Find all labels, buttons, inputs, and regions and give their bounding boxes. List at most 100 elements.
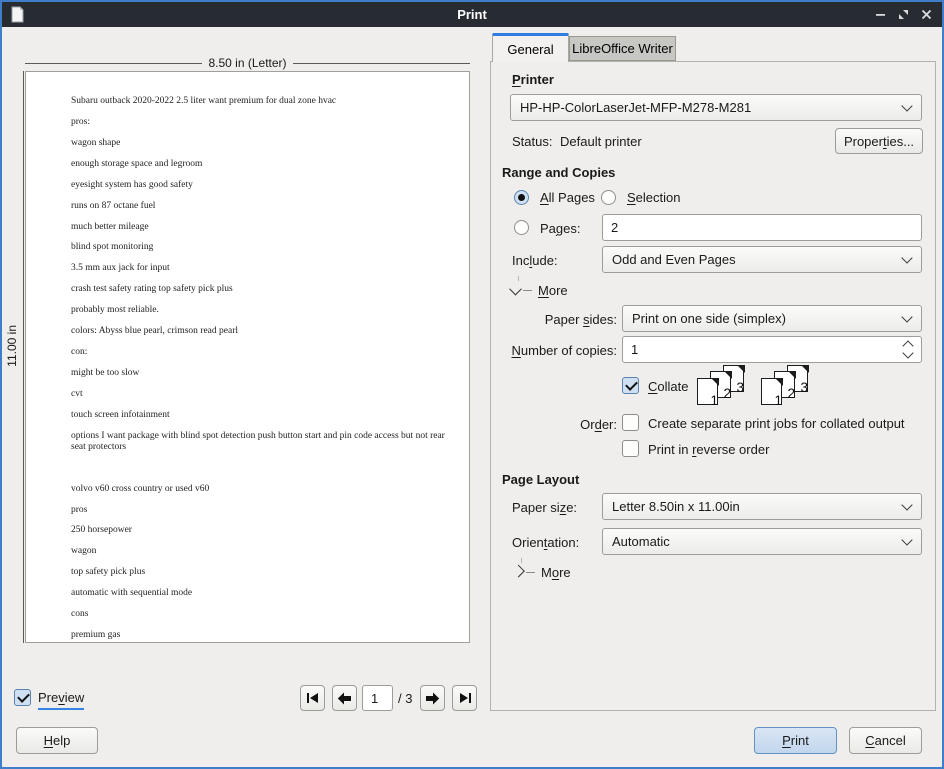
- previous-page-button[interactable]: [332, 685, 357, 711]
- first-page-button[interactable]: [300, 685, 325, 711]
- order-label: Order:: [500, 417, 617, 432]
- page-number: 2: [787, 387, 795, 401]
- expander-tail: [523, 290, 532, 291]
- orientation-select[interactable]: Automatic: [602, 528, 922, 555]
- paper-size-select-value: Letter 8.50in x 11.00in: [612, 499, 740, 514]
- print-button[interactable]: Print: [754, 727, 837, 754]
- document-line: wagon: [71, 546, 447, 557]
- selection-radio[interactable]: [601, 190, 616, 205]
- document-line: 250 horsepower: [71, 525, 447, 536]
- page-number: 3: [800, 381, 808, 395]
- document-content: Subaru outback 2020-2022 2.5 liter want …: [26, 72, 469, 641]
- document-line: [71, 463, 447, 474]
- tab-general[interactable]: General: [492, 33, 569, 62]
- paper-width-label: 8.50 in (Letter): [208, 56, 286, 70]
- chevron-right-icon: [512, 565, 525, 578]
- copies-spinner: [622, 336, 922, 363]
- total-pages-label: / 3: [398, 691, 412, 706]
- document-line: wagon shape: [71, 138, 447, 149]
- document-line: pros: [71, 505, 447, 516]
- pages-range-input[interactable]: [602, 214, 922, 241]
- document-line: cons: [71, 609, 447, 620]
- chevron-down-icon: [901, 311, 912, 322]
- page-fold: [775, 378, 783, 386]
- document-line: volvo v60 cross country or used v60: [71, 484, 447, 495]
- page-fold: [724, 371, 732, 379]
- document-line: touch screen infotainment: [71, 410, 447, 421]
- document-line: blind spot monitoring: [71, 242, 447, 253]
- copies-input[interactable]: [622, 336, 922, 363]
- page-number: 3: [736, 381, 744, 395]
- reverse-order-checkbox[interactable]: [622, 440, 639, 457]
- document-line: enough storage space and legroom: [71, 159, 447, 170]
- page-number: 1: [774, 394, 782, 408]
- orientation-select-value: Automatic: [612, 534, 670, 549]
- document-line: 3.5 mm aux jack for input: [71, 263, 447, 274]
- document-line: options I want package with blind spot d…: [71, 431, 447, 453]
- dimension-line: [25, 63, 202, 64]
- chevron-down-icon: [901, 100, 912, 111]
- orientation-label: Orientation:: [512, 535, 579, 550]
- range-more-expander[interactable]: More: [511, 283, 568, 298]
- include-select-value: Odd and Even Pages: [612, 252, 736, 267]
- expander-stem: [518, 276, 519, 281]
- layout-more-expander[interactable]: More: [514, 565, 571, 580]
- selection-label[interactable]: Selection: [627, 190, 680, 205]
- cancel-button[interactable]: Cancel: [849, 727, 922, 754]
- separate-jobs-checkbox[interactable]: [622, 414, 639, 431]
- expander-stem: [521, 558, 522, 563]
- preview-checkbox-label[interactable]: Preview: [38, 690, 84, 710]
- properties-button[interactable]: Properties...: [835, 128, 923, 154]
- close-button[interactable]: [921, 9, 932, 20]
- page-fold: [737, 365, 745, 373]
- pages-label[interactable]: Pages:: [540, 221, 580, 236]
- chevron-down-icon: [901, 499, 912, 510]
- document-line: con:: [71, 347, 447, 358]
- paper-sides-select-value: Print on one side (simplex): [632, 311, 786, 326]
- paper-sides-label: Paper sides:: [500, 312, 617, 327]
- document-line: eyesight system has good safety: [71, 180, 447, 191]
- document-line: pros:: [71, 117, 447, 128]
- last-page-button[interactable]: [452, 685, 477, 711]
- reverse-order-label[interactable]: Print in reverse order: [648, 442, 769, 457]
- titlebar[interactable]: Print: [2, 2, 942, 27]
- document-line: Subaru outback 2020-2022 2.5 liter want …: [71, 96, 447, 107]
- current-page-input[interactable]: [362, 685, 393, 711]
- include-select[interactable]: Odd and Even Pages: [602, 246, 922, 273]
- paper-height-dimension-line: [23, 71, 24, 643]
- separate-jobs-label[interactable]: Create separate print jobs for collated …: [648, 416, 905, 431]
- help-button[interactable]: Help: [16, 727, 98, 754]
- printer-section-title: Printer: [512, 72, 554, 87]
- chevron-down-icon: [509, 283, 522, 296]
- collate-icon: 3 2 1: [761, 365, 819, 408]
- print-preview-page: Subaru outback 2020-2022 2.5 liter want …: [25, 71, 470, 643]
- chevron-down-icon: [901, 534, 912, 545]
- printer-select[interactable]: HP-HP-ColorLaserJet-MFP-M278-M281: [510, 94, 922, 121]
- page-number: 1: [710, 394, 718, 408]
- collate-page: 1: [697, 378, 718, 405]
- dimension-line: [293, 63, 470, 64]
- tab-libreoffice-writer[interactable]: LibreOffice Writer: [569, 36, 676, 61]
- window-title: Print: [2, 7, 942, 22]
- collate-checkbox[interactable]: [622, 377, 639, 394]
- all-pages-radio[interactable]: [514, 190, 529, 205]
- collate-page: 1: [761, 378, 782, 405]
- printer-select-value: HP-HP-ColorLaserJet-MFP-M278-M281: [520, 100, 751, 115]
- page-fold: [711, 378, 719, 386]
- document-line: colors: Abyss blue pearl, crimson read p…: [71, 326, 447, 337]
- all-pages-label[interactable]: All Pages: [540, 190, 595, 205]
- paper-sides-select[interactable]: Print on one side (simplex): [622, 305, 922, 332]
- status-value: Default printer: [560, 134, 642, 149]
- tab-label: LibreOffice Writer: [572, 41, 673, 56]
- document-line: probably most reliable.: [71, 305, 447, 316]
- minimize-button[interactable]: [875, 9, 886, 20]
- restore-button[interactable]: [898, 9, 909, 20]
- paper-size-select[interactable]: Letter 8.50in x 11.00in: [602, 493, 922, 520]
- preview-checkbox[interactable]: [14, 689, 31, 706]
- pages-radio[interactable]: [514, 220, 529, 235]
- paper-width-dimension: 8.50 in (Letter): [25, 56, 470, 70]
- document-line: premium gas: [71, 630, 447, 641]
- next-page-button[interactable]: [420, 685, 445, 711]
- collate-label[interactable]: Collate: [648, 379, 688, 394]
- document-line: runs on 87 octane fuel: [71, 201, 447, 212]
